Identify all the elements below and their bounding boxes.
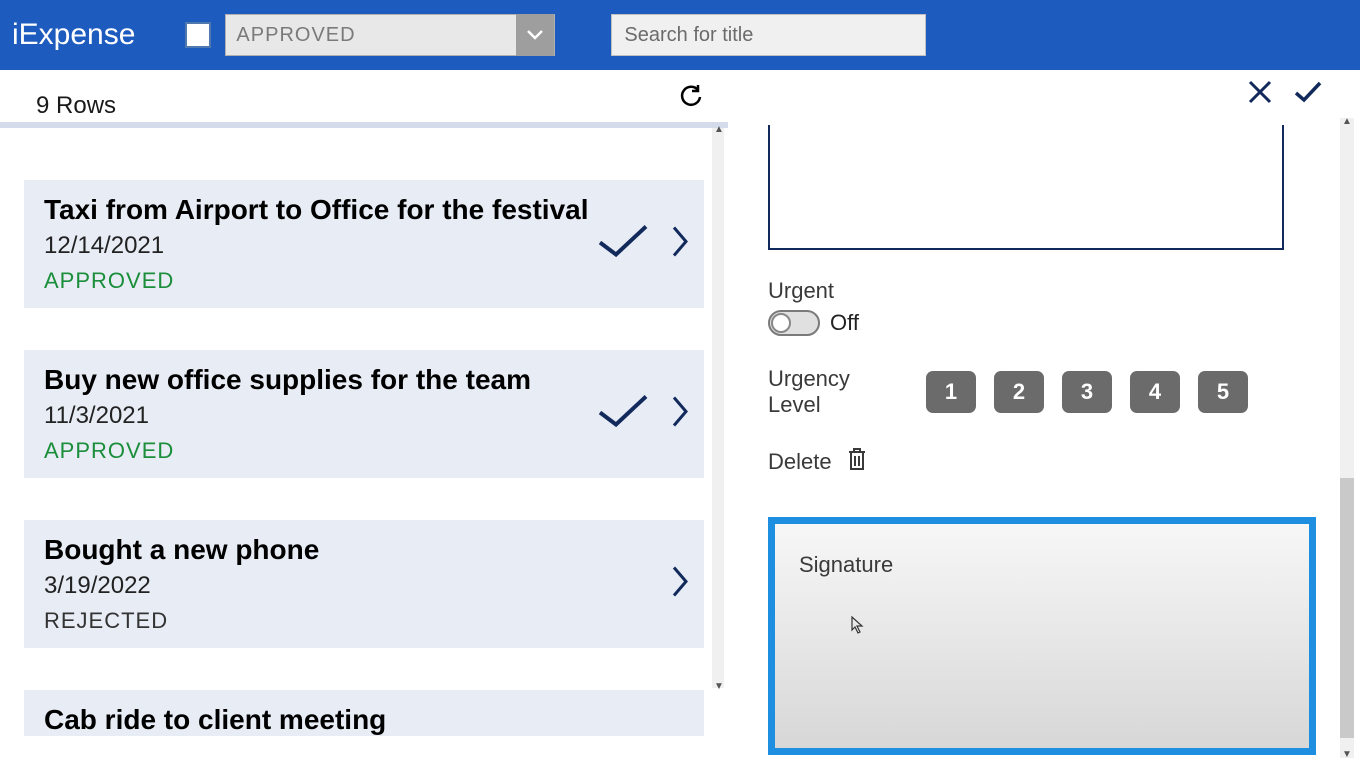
list-header: 9 Rows <box>0 82 728 128</box>
notes-textarea[interactable] <box>768 125 1284 250</box>
item-title: Buy new office supplies for the team <box>44 364 688 396</box>
list-scrollbar[interactable]: ▲ ▼ <box>712 128 724 688</box>
delete-row: Delete <box>768 446 1316 477</box>
header-checkbox[interactable] <box>185 22 211 48</box>
detail-scrollbar[interactable]: ▲ ▼ <box>1340 118 1354 758</box>
item-actions <box>594 393 690 436</box>
list-item[interactable]: Buy new office supplies for the team 11/3… <box>24 350 704 478</box>
chevron-right-icon[interactable] <box>670 394 690 435</box>
scrollbar-thumb[interactable] <box>1340 478 1354 738</box>
app-header: iExpense APPROVED <box>0 0 1360 70</box>
main-layout: 9 Rows Taxi from Airport to Office for t… <box>0 70 1360 728</box>
detail-actions <box>768 78 1336 111</box>
delete-label: Delete <box>768 449 832 475</box>
chevron-right-icon[interactable] <box>670 224 690 265</box>
urgency-level-button[interactable]: 1 <box>926 371 976 413</box>
detail-body: Urgent Off Urgency Level 12345 Delete <box>768 125 1336 755</box>
urgency-level-buttons: 12345 <box>926 371 1248 413</box>
refresh-icon[interactable] <box>676 82 706 112</box>
list-item[interactable]: Taxi from Airport to Office for the fest… <box>24 180 704 308</box>
item-status: APPROVED <box>44 438 688 464</box>
check-icon[interactable] <box>1292 78 1324 111</box>
urgency-level-button[interactable]: 4 <box>1130 371 1180 413</box>
check-icon <box>594 393 652 436</box>
urgency-level-button[interactable]: 3 <box>1062 371 1112 413</box>
item-title: Cab ride to client meeting <box>44 704 688 736</box>
trash-icon[interactable] <box>846 446 868 477</box>
expense-list-pane: 9 Rows Taxi from Airport to Office for t… <box>0 70 728 728</box>
urgent-toggle[interactable] <box>768 310 820 336</box>
status-filter-value: APPROVED <box>236 24 355 47</box>
signature-label: Signature <box>799 552 1285 578</box>
urgent-toggle-row: Off <box>768 310 1316 336</box>
app-title: iExpense <box>12 18 135 52</box>
urgent-toggle-state: Off <box>830 310 859 336</box>
item-title: Bought a new phone <box>44 534 688 566</box>
detail-pane: Urgent Off Urgency Level 12345 Delete <box>728 70 1360 728</box>
item-actions <box>594 223 690 266</box>
item-date: 11/3/2021 <box>44 402 688 430</box>
search-input[interactable] <box>611 14 926 56</box>
chevron-right-icon[interactable] <box>670 564 690 605</box>
item-status: APPROVED <box>44 268 688 294</box>
status-filter-dropdown[interactable]: APPROVED <box>225 14 555 56</box>
signature-panel[interactable]: Signature <box>768 517 1316 755</box>
chevron-down-icon <box>516 14 554 56</box>
urgency-level-button[interactable]: 5 <box>1198 371 1248 413</box>
item-status: REJECTED <box>44 608 688 634</box>
expense-list: Taxi from Airport to Office for the fest… <box>0 128 728 736</box>
list-item[interactable]: Cab ride to client meeting <box>24 690 704 736</box>
item-title: Taxi from Airport to Office for the fest… <box>44 194 688 226</box>
urgency-level-row: Urgency Level 12345 <box>768 366 1316 418</box>
close-icon[interactable] <box>1246 78 1274 111</box>
row-count: 9 Rows <box>36 92 116 120</box>
cursor-icon <box>851 616 865 639</box>
item-date: 12/14/2021 <box>44 232 688 260</box>
urgent-label: Urgent <box>768 278 1316 304</box>
item-actions <box>670 564 690 605</box>
item-date: 3/19/2022 <box>44 572 688 600</box>
toggle-knob <box>771 313 791 333</box>
urgency-level-button[interactable]: 2 <box>994 371 1044 413</box>
check-icon <box>594 223 652 266</box>
urgency-level-label: Urgency Level <box>768 366 898 418</box>
list-item[interactable]: Bought a new phone 3/19/2022 REJECTED <box>24 520 704 648</box>
